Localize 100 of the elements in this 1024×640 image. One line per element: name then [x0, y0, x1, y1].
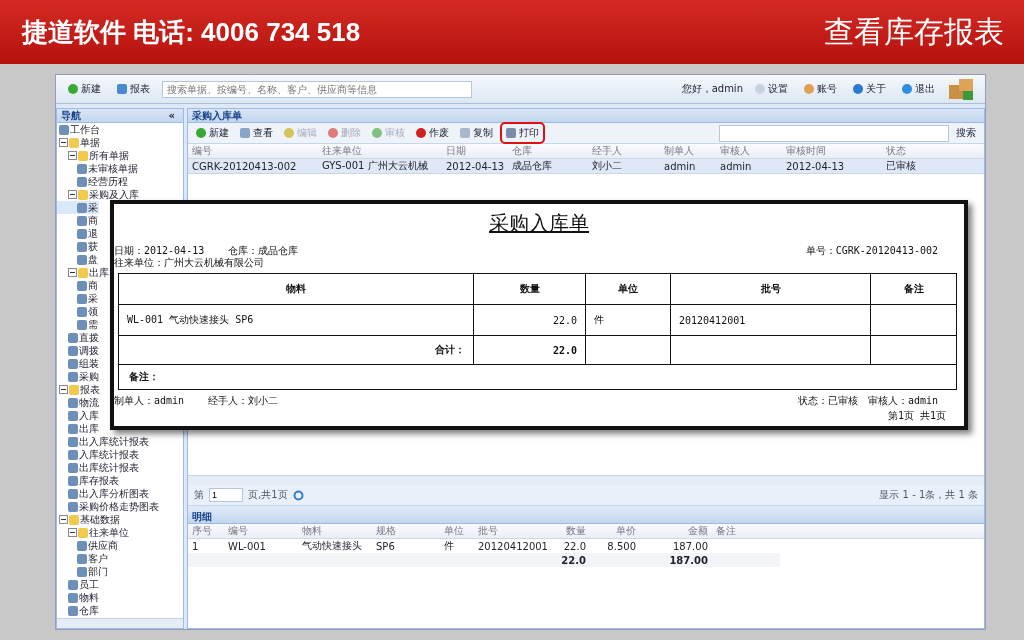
tree-item[interactable]: 采 [57, 292, 99, 305]
tree-item[interactable]: 未审核单据 [57, 162, 139, 175]
tree-item[interactable]: 直拨 [57, 331, 100, 344]
tree-item[interactable]: 物流 [57, 396, 100, 409]
refresh-icon[interactable] [292, 489, 304, 501]
column-header: 单位 [586, 274, 671, 304]
table-cell: 20120412001 [671, 305, 871, 335]
collapse-icon[interactable] [68, 528, 77, 537]
tree-item[interactable]: 调拨 [57, 344, 100, 357]
tree-item[interactable]: 单据 [57, 136, 101, 149]
tree-item[interactable]: 商 [57, 214, 99, 227]
pager-total: 页,共1页 [248, 488, 288, 502]
tree-item[interactable]: 库存报表 [57, 474, 120, 487]
tree-item[interactable]: 员工 [57, 578, 100, 591]
status-label: 状态：已审核 [797, 394, 858, 408]
tree-item[interactable]: 往来单位 [57, 526, 130, 539]
tree-item[interactable]: 出入库分析图表 [57, 487, 150, 500]
tree-item[interactable]: 部门 [57, 565, 109, 578]
collapse-icon[interactable] [68, 151, 77, 160]
column-header: 物料 [119, 274, 474, 304]
tree-item[interactable]: 工作台 [57, 123, 101, 136]
grid-search-field[interactable] [719, 124, 949, 142]
folder-icon [78, 267, 88, 278]
table-cell-text: GYS-001 广州大云机械 [321, 159, 429, 173]
column-header: 编号 [227, 524, 249, 538]
tree-item[interactable]: 入库统计报表 [57, 448, 140, 461]
column-header: 备注 [902, 282, 925, 296]
tree-item[interactable]: 获 [57, 240, 99, 253]
date-label: 日期：2012-04-13 [114, 244, 205, 257]
table-cell-text: admin [663, 160, 697, 172]
page-icon [77, 293, 87, 304]
collapse-button[interactable]: « [164, 108, 179, 123]
page-icon [68, 475, 78, 486]
tree-item[interactable]: 采购及入库 [57, 188, 140, 201]
toolbar-button[interactable]: 作废 [412, 124, 453, 142]
tree-item[interactable]: 领 [57, 305, 99, 318]
greeting: 您好，admin [681, 82, 743, 96]
folder-icon [78, 189, 88, 200]
scrollbar[interactable] [188, 475, 984, 485]
tree-item[interactable]: 仓库 [57, 604, 100, 617]
folder-icon [69, 514, 79, 525]
page-icon [77, 202, 87, 213]
table-cell-text: WL-001 [227, 540, 267, 552]
tree-item[interactable]: 需 [57, 318, 99, 331]
tree-item[interactable]: 物料 [57, 591, 100, 604]
table-row[interactable]: CGRK-20120413-002 GYS-001 广州大云机械 2012-04-13 成品仓库 刘小二 admin admin 2012-04-13 已审核 [188, 159, 984, 174]
page-icon [68, 449, 78, 460]
page-icon [68, 397, 78, 408]
tree-item[interactable]: 出入库统计报表 [57, 435, 150, 448]
tree-item[interactable]: 出库 [57, 422, 100, 435]
table-cell-text: 8.500 [606, 540, 637, 552]
tree-item[interactable]: 组装 [57, 357, 100, 370]
tree-item[interactable]: 报表 [57, 383, 101, 396]
page-icon [77, 566, 87, 577]
table-row[interactable]: 1 WL-001 气动快速接头 SP6 件 20120412001 22.0 8.500 187.00 [188, 539, 984, 553]
header-link[interactable]: 设置 [751, 80, 792, 98]
toolbar-button[interactable]: 新建 [64, 80, 105, 98]
header-link[interactable]: 账号 [800, 80, 841, 98]
page-icon [68, 423, 78, 434]
tree-item[interactable]: 经营历程 [57, 175, 129, 188]
tree-item[interactable]: 盘 [57, 253, 99, 266]
tree-item[interactable]: 客户 [57, 552, 109, 565]
toolbar-button[interactable]: 新建 [192, 124, 233, 142]
tree-item[interactable]: 采购 [57, 370, 100, 383]
tree-item[interactable]: 入库 [57, 409, 100, 422]
tree-item[interactable]: 出库统计报表 [57, 461, 140, 474]
tree-item[interactable]: 商 [57, 279, 99, 292]
page-icon [77, 306, 87, 317]
tree-item[interactable]: 基础数据 [57, 513, 121, 526]
header-link[interactable]: 关于 [849, 80, 890, 98]
collapse-icon[interactable] [68, 190, 77, 199]
page-icon [68, 488, 78, 499]
page-field[interactable]: 1 [209, 488, 243, 502]
tree-item[interactable]: 采 [57, 201, 99, 214]
tree-item[interactable]: 出库 [57, 266, 110, 279]
search-button[interactable]: 搜索 [952, 124, 980, 142]
grid-header: 采购入库单 [188, 109, 984, 123]
collapse-icon[interactable] [59, 385, 68, 394]
folder-icon [69, 384, 79, 395]
header-link[interactable]: 退出 [898, 80, 939, 98]
folder-icon [69, 137, 79, 148]
column-header: 状态 [885, 144, 907, 158]
tree-item[interactable]: 供应商 [57, 539, 119, 552]
toolbar-button[interactable]: 报表 [113, 80, 154, 98]
table-cell-text: 成品仓库 [511, 159, 553, 173]
collapse-icon[interactable] [59, 138, 68, 147]
scrollbar[interactable] [57, 618, 183, 628]
column-header: 批号 [477, 524, 499, 538]
collapse-icon[interactable] [59, 515, 68, 524]
page-icon [68, 605, 78, 616]
toolbar-button[interactable]: 复制 [456, 124, 497, 142]
tree-item[interactable]: 退 [57, 227, 99, 240]
collapse-icon[interactable] [68, 268, 77, 277]
toolbar-button[interactable]: 查看 [236, 124, 277, 142]
tree-item[interactable]: 所有单据 [57, 149, 130, 162]
table-cell-text: CGRK-20120413-002 [191, 160, 298, 172]
tree-item[interactable]: 采购价格走势图表 [57, 500, 160, 513]
page-icon [68, 371, 78, 382]
partner-label: 往来单位：广州大云机械有限公司 [114, 256, 264, 270]
search-field[interactable]: 搜索单据、按编号、名称、客户、供应商等信息 [162, 80, 472, 98]
